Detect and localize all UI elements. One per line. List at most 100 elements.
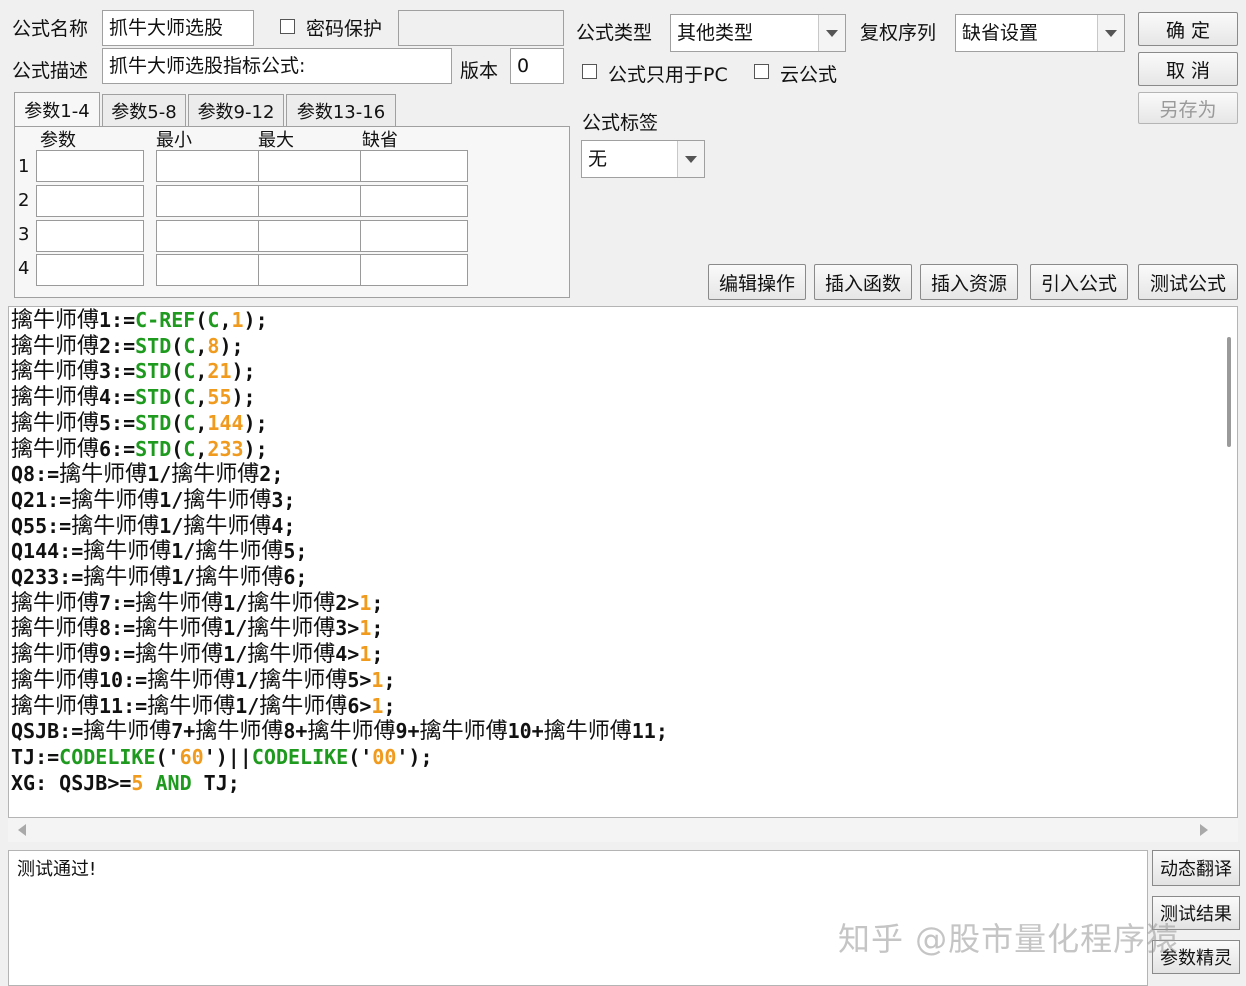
tab-params-1-4[interactable]: 参数1-4 <box>14 92 100 126</box>
code-token: ( <box>171 385 184 410</box>
param-cell[interactable] <box>156 150 264 182</box>
chevron-down-icon[interactable] <box>677 141 704 177</box>
formula-name-input[interactable]: 抓牛大师选股 <box>102 10 254 46</box>
code-token: 4; <box>271 513 296 538</box>
param-cell[interactable] <box>258 185 366 217</box>
code-token: 1/ <box>147 462 172 487</box>
param-cell[interactable] <box>156 185 264 217</box>
code-token: ; <box>383 693 396 718</box>
code-editor[interactable]: 擒牛师傅1:=C-REF(C,1); 擒牛师傅2:=STD(C,8); 擒牛师傅3:… <box>8 306 1238 818</box>
param-row-num: 2 <box>18 190 30 211</box>
code-token: 擒牛师傅 <box>71 513 160 539</box>
insert-resource-button[interactable]: 插入资源 <box>920 264 1018 300</box>
tab-params-5-8[interactable]: 参数5-8 <box>102 94 186 126</box>
edit-ops-button[interactable]: 编辑操作 <box>708 264 806 300</box>
cancel-button[interactable]: 取 消 <box>1138 52 1238 86</box>
code-line: Q55:=擒牛师傅1/擒牛师傅4; <box>11 513 295 539</box>
param-cell[interactable] <box>156 220 264 252</box>
code-line: Q21:=擒牛师傅1/擒牛师傅3; <box>11 487 295 513</box>
param-cell[interactable] <box>156 254 264 286</box>
code-token: 1 <box>231 308 244 332</box>
scroll-right-icon[interactable] <box>1200 824 1208 836</box>
code-token: 3; <box>271 487 296 512</box>
code-token: 10:= <box>99 667 148 692</box>
vertical-scrollbar[interactable] <box>1227 337 1231 447</box>
code-token: 擒牛师傅 <box>11 333 100 359</box>
code-token: ( <box>195 308 208 332</box>
code-token: 擒牛师傅 <box>183 487 272 513</box>
code-token: QSJB:= <box>11 719 84 744</box>
code-token: 9:= <box>99 642 136 667</box>
code-line: 擒牛师傅7:=擒牛师傅1/擒牛师傅2>1; <box>11 590 383 616</box>
code-token: 擒牛师傅 <box>195 539 284 565</box>
code-line: TJ:=CODELIKE('60')||CODELIKE('00'); <box>11 744 433 770</box>
code-token: C-REF <box>135 308 196 332</box>
code-token: 6:= <box>99 436 136 461</box>
code-token: 擒牛师傅 <box>83 539 172 565</box>
param-cell[interactable] <box>360 150 468 182</box>
code-token: 9+ <box>395 719 420 744</box>
insert-function-button[interactable]: 插入函数 <box>814 264 912 300</box>
formula-desc-input[interactable]: 抓牛大师选股指标公式: <box>102 48 452 84</box>
code-line: 擒牛师傅2:=STD(C,8); <box>11 333 244 359</box>
code-token: 1:= <box>99 308 136 332</box>
code-token: 擒牛师傅 <box>307 719 396 745</box>
code-token: 60 <box>179 744 204 769</box>
code-token: (' <box>348 744 373 769</box>
code-token: 10+ <box>507 719 544 744</box>
code-token: 55 <box>207 385 232 410</box>
code-token: ); <box>243 410 268 435</box>
code-line: 擒牛师傅5:=STD(C,144); <box>11 410 268 436</box>
code-token: 1 <box>359 616 372 641</box>
tab-params-13-16[interactable]: 参数13-16 <box>286 94 396 126</box>
scroll-left-icon[interactable] <box>18 824 26 836</box>
param-cell[interactable] <box>36 220 144 252</box>
rights-label: 复权序列 <box>860 22 937 44</box>
pc-only-label: 公式只用于PC <box>608 64 728 86</box>
code-token: Q55:= <box>11 513 72 538</box>
param-cell[interactable] <box>36 254 144 286</box>
param-cell[interactable] <box>360 220 468 252</box>
pc-only-checkbox[interactable] <box>582 64 597 79</box>
param-cell[interactable] <box>258 220 366 252</box>
param-cell[interactable] <box>258 150 366 182</box>
dynamic-translate-button[interactable]: 动态翻译 <box>1152 850 1240 886</box>
code-token: ; <box>371 616 384 641</box>
code-token: STD <box>135 410 172 435</box>
ok-button[interactable]: 确 定 <box>1138 12 1238 46</box>
chevron-down-icon[interactable] <box>1097 15 1124 51</box>
code-token: 4:= <box>99 385 136 410</box>
param-cell[interactable] <box>258 254 366 286</box>
param-header-min: 最小 <box>156 130 192 151</box>
code-token: 1/ <box>171 539 196 564</box>
horizontal-scrollbar[interactable] <box>8 818 1238 842</box>
code-token: 擒牛师傅 <box>71 487 160 513</box>
param-cell[interactable] <box>36 185 144 217</box>
code-token: 11; <box>631 719 668 744</box>
code-token: 1/ <box>159 513 184 538</box>
code-token: 擒牛师傅 <box>183 513 272 539</box>
param-cell[interactable] <box>360 185 468 217</box>
formula-type-select[interactable]: 其他类型 <box>670 14 846 52</box>
code-token: STD <box>135 359 172 384</box>
code-token: CODELIKE <box>59 744 156 769</box>
tab-params-9-12[interactable]: 参数9-12 <box>188 94 284 126</box>
cloud-checkbox[interactable] <box>754 64 769 79</box>
param-cell[interactable] <box>36 150 144 182</box>
test-formula-button[interactable]: 测试公式 <box>1138 264 1238 300</box>
cloud-label: 云公式 <box>780 64 838 86</box>
code-token: , <box>195 436 208 461</box>
password-checkbox[interactable] <box>280 19 295 34</box>
code-token: 4> <box>335 642 360 667</box>
rights-select[interactable]: 缺省设置 <box>955 14 1125 52</box>
code-token: , <box>195 333 208 358</box>
password-input <box>398 10 564 46</box>
code-line: Q144:=擒牛师傅1/擒牛师傅5; <box>11 538 307 564</box>
param-cell[interactable] <box>360 254 468 286</box>
chevron-down-icon[interactable] <box>818 15 845 51</box>
code-token: 8+ <box>283 719 308 744</box>
tag-select[interactable]: 无 <box>581 140 705 178</box>
formula-type-label: 公式类型 <box>576 22 653 44</box>
import-formula-button[interactable]: 引入公式 <box>1030 264 1128 300</box>
version-input[interactable]: 0 <box>510 48 564 84</box>
